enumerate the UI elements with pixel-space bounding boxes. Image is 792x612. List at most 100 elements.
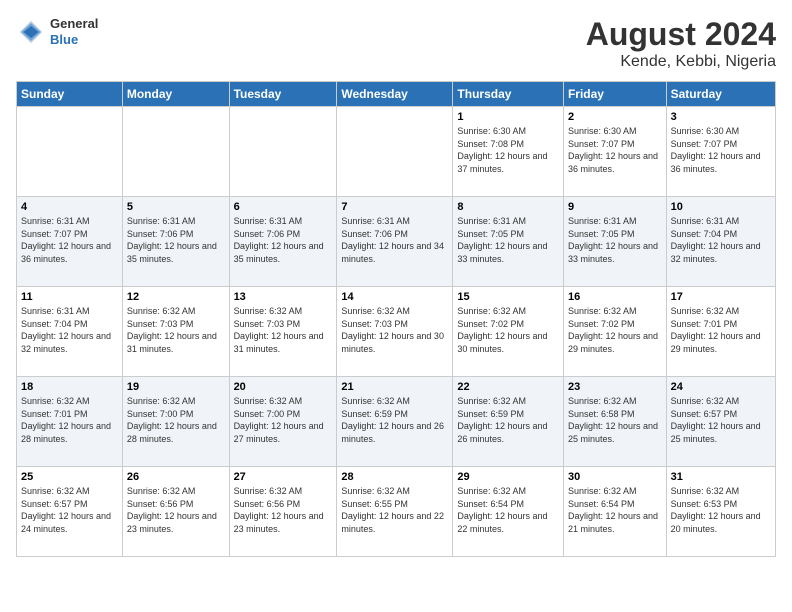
day-info: Sunrise: 6:31 AMSunset: 7:06 PMDaylight:… xyxy=(127,215,225,265)
logo-icon xyxy=(16,17,46,47)
day-info: Sunrise: 6:32 AMSunset: 6:58 PMDaylight:… xyxy=(568,395,662,445)
day-number: 11 xyxy=(21,291,118,303)
day-number: 26 xyxy=(127,471,225,483)
calendar-cell: 8 Sunrise: 6:31 AMSunset: 7:05 PMDaylight… xyxy=(453,197,564,287)
header-wednesday: Wednesday xyxy=(337,82,453,107)
day-number: 21 xyxy=(341,381,448,393)
day-number: 2 xyxy=(568,111,662,123)
day-number: 23 xyxy=(568,381,662,393)
calendar-cell: 26Sunrise: 6:32 AMSunset: 6:56 PMDayligh… xyxy=(122,467,229,557)
page-title: August 2024 xyxy=(586,16,776,53)
calendar-cell: 13 Sunrise: 6:32 AMSunset: 7:03 PMDayligh… xyxy=(229,287,337,377)
day-info: Sunrise: 6:32 AMSunset: 7:03 PMDaylight:… xyxy=(341,305,448,355)
day-info: Sunrise: 6:32 AMSunset: 6:59 PMDaylight:… xyxy=(457,395,559,445)
calendar-cell: 14 Sunrise: 6:32 AMSunset: 7:03 PMDayligh… xyxy=(337,287,453,377)
calendar-cell: 29 Sunrise: 6:32 AMSunset: 6:54 PMDayligh… xyxy=(453,467,564,557)
calendar-cell: 16 Sunrise: 6:32 AMSunset: 7:02 PMDayligh… xyxy=(563,287,666,377)
week-row-1: 4Sunrise: 6:31 AMSunset: 7:07 PMDaylight… xyxy=(17,197,776,287)
day-info: Sunrise: 6:31 AMSunset: 7:04 PMDaylight:… xyxy=(671,215,771,265)
calendar-cell: 21 Sunrise: 6:32 AMSunset: 6:59 PMDayligh… xyxy=(337,377,453,467)
week-row-4: 25 Sunrise: 6:32 AMSunset: 6:57 PMDayligh… xyxy=(17,467,776,557)
calendar-cell: 30Sunrise: 6:32 AMSunset: 6:54 PMDayligh… xyxy=(563,467,666,557)
day-number: 22 xyxy=(457,381,559,393)
calendar-cell xyxy=(17,107,123,197)
calendar-cell: 6 Sunrise: 6:31 AMSunset: 7:06 PMDaylight… xyxy=(229,197,337,287)
logo: General Blue xyxy=(16,16,98,47)
calendar-cell: 25 Sunrise: 6:32 AMSunset: 6:57 PMDayligh… xyxy=(17,467,123,557)
week-row-3: 18 Sunrise: 6:32 AMSunset: 7:01 PMDayligh… xyxy=(17,377,776,467)
calendar-cell: 15Sunrise: 6:32 AMSunset: 7:02 PMDayligh… xyxy=(453,287,564,377)
day-number: 15 xyxy=(457,291,559,303)
calendar-cell: 22 Sunrise: 6:32 AMSunset: 6:59 PMDayligh… xyxy=(453,377,564,467)
logo-blue: Blue xyxy=(50,32,98,48)
calendar-cell: 12 Sunrise: 6:32 AMSunset: 7:03 PMDayligh… xyxy=(122,287,229,377)
calendar-cell: 11Sunrise: 6:31 AMSunset: 7:04 PMDayligh… xyxy=(17,287,123,377)
calendar-cell: 10Sunrise: 6:31 AMSunset: 7:04 PMDayligh… xyxy=(666,197,775,287)
calendar-cell: 20Sunrise: 6:32 AMSunset: 7:00 PMDayligh… xyxy=(229,377,337,467)
week-row-0: 1 Sunrise: 6:30 AMSunset: 7:08 PMDaylight… xyxy=(17,107,776,197)
header-row: SundayMondayTuesdayWednesdayThursdayFrid… xyxy=(17,82,776,107)
calendar-cell xyxy=(229,107,337,197)
day-info: Sunrise: 6:32 AMSunset: 7:03 PMDaylight:… xyxy=(234,305,333,355)
calendar-cell: 31 Sunrise: 6:32 AMSunset: 6:53 PMDayligh… xyxy=(666,467,775,557)
day-number: 12 xyxy=(127,291,225,303)
day-number: 20 xyxy=(234,381,333,393)
calendar-cell: 19Sunrise: 6:32 AMSunset: 7:00 PMDayligh… xyxy=(122,377,229,467)
calendar-cell: 28Sunrise: 6:32 AMSunset: 6:55 PMDayligh… xyxy=(337,467,453,557)
day-number: 6 xyxy=(234,201,333,213)
day-number: 14 xyxy=(341,291,448,303)
page-subtitle: Kende, Kebbi, Nigeria xyxy=(586,53,776,71)
day-info: Sunrise: 6:32 AMSunset: 6:55 PMDaylight:… xyxy=(341,485,448,535)
day-info: Sunrise: 6:32 AMSunset: 7:02 PMDaylight:… xyxy=(568,305,662,355)
calendar-cell: 24Sunrise: 6:32 AMSunset: 6:57 PMDayligh… xyxy=(666,377,775,467)
title-block: August 2024 Kende, Kebbi, Nigeria xyxy=(586,16,776,71)
day-number: 25 xyxy=(21,471,118,483)
day-number: 8 xyxy=(457,201,559,213)
day-info: Sunrise: 6:31 AMSunset: 7:05 PMDaylight:… xyxy=(568,215,662,265)
day-info: Sunrise: 6:32 AMSunset: 6:57 PMDaylight:… xyxy=(671,395,771,445)
day-info: Sunrise: 6:32 AMSunset: 6:59 PMDaylight:… xyxy=(341,395,448,445)
day-info: Sunrise: 6:32 AMSunset: 6:56 PMDaylight:… xyxy=(234,485,333,535)
day-number: 27 xyxy=(234,471,333,483)
header-tuesday: Tuesday xyxy=(229,82,337,107)
logo-general: General xyxy=(50,16,98,32)
day-info: Sunrise: 6:32 AMSunset: 6:53 PMDaylight:… xyxy=(671,485,771,535)
day-info: Sunrise: 6:31 AMSunset: 7:05 PMDaylight:… xyxy=(457,215,559,265)
day-number: 13 xyxy=(234,291,333,303)
day-info: Sunrise: 6:32 AMSunset: 7:01 PMDaylight:… xyxy=(21,395,118,445)
calendar-cell: 9 Sunrise: 6:31 AMSunset: 7:05 PMDaylight… xyxy=(563,197,666,287)
calendar-cell xyxy=(337,107,453,197)
day-number: 18 xyxy=(21,381,118,393)
day-info: Sunrise: 6:32 AMSunset: 7:01 PMDaylight:… xyxy=(671,305,771,355)
day-number: 16 xyxy=(568,291,662,303)
day-number: 7 xyxy=(341,201,448,213)
calendar-cell: 3Sunrise: 6:30 AMSunset: 7:07 PMDaylight… xyxy=(666,107,775,197)
day-info: Sunrise: 6:32 AMSunset: 6:54 PMDaylight:… xyxy=(457,485,559,535)
day-info: Sunrise: 6:30 AMSunset: 7:07 PMDaylight:… xyxy=(568,125,662,175)
header-saturday: Saturday xyxy=(666,82,775,107)
header-sunday: Sunday xyxy=(17,82,123,107)
calendar-cell: 18 Sunrise: 6:32 AMSunset: 7:01 PMDayligh… xyxy=(17,377,123,467)
logo-text: General Blue xyxy=(50,16,98,47)
day-info: Sunrise: 6:31 AMSunset: 7:06 PMDaylight:… xyxy=(341,215,448,265)
calendar-cell xyxy=(122,107,229,197)
day-info: Sunrise: 6:32 AMSunset: 6:57 PMDaylight:… xyxy=(21,485,118,535)
day-info: Sunrise: 6:32 AMSunset: 6:54 PMDaylight:… xyxy=(568,485,662,535)
day-number: 1 xyxy=(457,111,559,123)
header-friday: Friday xyxy=(563,82,666,107)
calendar-cell: 4Sunrise: 6:31 AMSunset: 7:07 PMDaylight… xyxy=(17,197,123,287)
calendar-cell: 23 Sunrise: 6:32 AMSunset: 6:58 PMDayligh… xyxy=(563,377,666,467)
day-number: 17 xyxy=(671,291,771,303)
day-number: 31 xyxy=(671,471,771,483)
day-info: Sunrise: 6:31 AMSunset: 7:06 PMDaylight:… xyxy=(234,215,333,265)
day-number: 9 xyxy=(568,201,662,213)
day-info: Sunrise: 6:30 AMSunset: 7:08 PMDaylight:… xyxy=(457,125,559,175)
day-number: 29 xyxy=(457,471,559,483)
calendar-table: SundayMondayTuesdayWednesdayThursdayFrid… xyxy=(16,81,776,557)
calendar-cell: 27 Sunrise: 6:32 AMSunset: 6:56 PMDayligh… xyxy=(229,467,337,557)
calendar-cell: 1 Sunrise: 6:30 AMSunset: 7:08 PMDaylight… xyxy=(453,107,564,197)
day-info: Sunrise: 6:32 AMSunset: 7:03 PMDaylight:… xyxy=(127,305,225,355)
calendar-header: SundayMondayTuesdayWednesdayThursdayFrid… xyxy=(17,82,776,107)
day-number: 3 xyxy=(671,111,771,123)
calendar-body: 1 Sunrise: 6:30 AMSunset: 7:08 PMDaylight… xyxy=(17,107,776,557)
